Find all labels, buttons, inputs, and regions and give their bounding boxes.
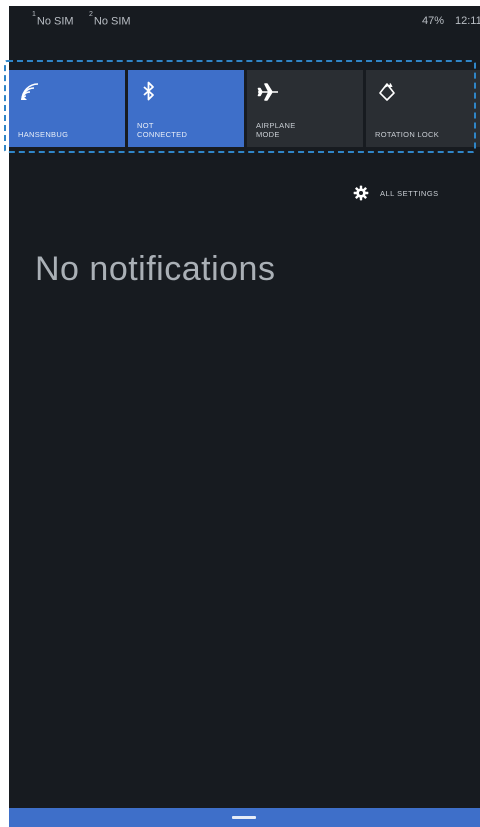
quick-action-airplane-mode[interactable]: AIRPLANE MODE	[247, 70, 363, 147]
grip-icon	[232, 816, 256, 819]
quick-action-label: HANSENBUG	[18, 130, 69, 139]
sim2-status: 2No SIM	[89, 11, 131, 28]
no-notifications-text: No notifications	[35, 250, 276, 288]
action-center: 1No SIM 2No SIM 47% 12:11 HANSENBUG NOT …	[9, 6, 480, 827]
gear-icon	[353, 185, 369, 201]
all-settings-label: ALL SETTINGS	[380, 188, 439, 198]
bluetooth-icon	[143, 81, 154, 101]
quick-action-bluetooth[interactable]: NOT CONNECTED	[128, 70, 244, 147]
sim1-status: 1No SIM	[32, 11, 74, 28]
battery-level: 47%	[422, 15, 445, 27]
airplane-icon	[257, 83, 278, 101]
action-center-handle[interactable]	[9, 808, 480, 827]
wifi-icon	[21, 83, 39, 101]
quick-action-rotation-lock[interactable]: ROTATION LOCK	[366, 70, 480, 147]
quick-action-label: NOT CONNECTED	[137, 121, 188, 139]
quick-action-label: ROTATION LOCK	[375, 130, 440, 139]
quick-action-wifi[interactable]: HANSENBUG	[9, 70, 125, 147]
rotation-lock-icon	[379, 83, 395, 101]
clock: 12:11	[455, 15, 480, 27]
quick-action-label: AIRPLANE MODE	[256, 121, 296, 139]
all-settings-button[interactable]: ALL SETTINGS	[353, 182, 439, 204]
status-bar: 1No SIM 2No SIM 47% 12:11	[9, 6, 480, 46]
quick-actions-row: HANSENBUG NOT CONNECTED AIRPLANE MODE RO…	[9, 70, 480, 147]
